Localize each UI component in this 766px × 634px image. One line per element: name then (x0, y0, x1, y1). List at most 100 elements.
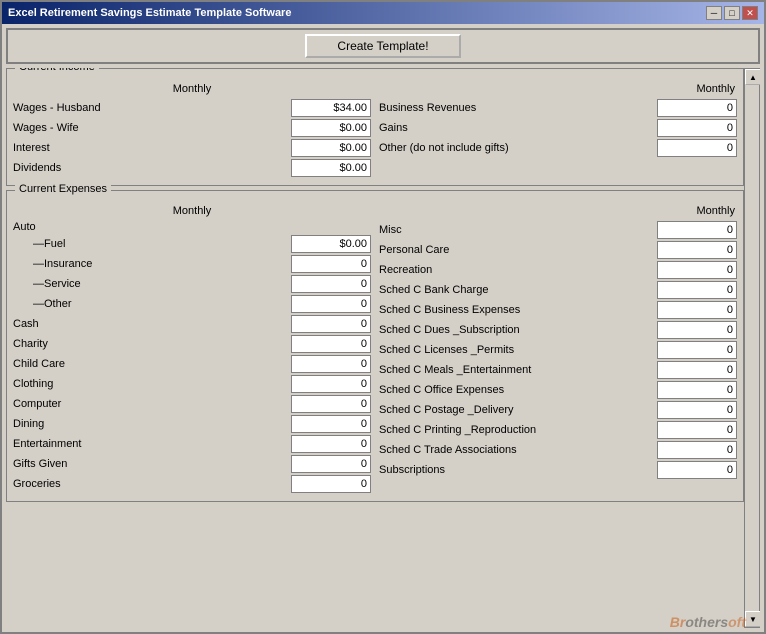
sched-c-postage-input[interactable] (657, 401, 737, 419)
sched-c-trade-label: Sched C Trade Associations (379, 444, 657, 456)
expenses-right-col: Monthly Misc Personal Care Recreation (379, 205, 737, 495)
computer-input[interactable] (291, 395, 371, 413)
income-row-business: Business Revenues (379, 99, 737, 117)
childcare-input[interactable] (291, 355, 371, 373)
income-row-wages-wife: Wages - Wife (13, 119, 371, 137)
close-button[interactable]: ✕ (742, 6, 758, 20)
sched-c-office-input[interactable] (657, 381, 737, 399)
expense-row-subscriptions: Subscriptions (379, 461, 737, 479)
clothing-input[interactable] (291, 375, 371, 393)
main-area: Current Income Monthly Wages - Husband W… (6, 68, 760, 628)
recreation-input[interactable] (657, 261, 737, 279)
expense-row-auto-header: Auto (13, 221, 371, 233)
groceries-label: Groceries (13, 478, 291, 490)
dividends-label: Dividends (13, 162, 291, 174)
sched-c-business-label: Sched C Business Expenses (379, 304, 657, 316)
groceries-input[interactable] (291, 475, 371, 493)
gifts-input[interactable] (291, 455, 371, 473)
watermark-suffix: oft (728, 614, 746, 630)
service-input[interactable] (291, 275, 371, 293)
misc-input[interactable] (657, 221, 737, 239)
entertainment-input[interactable] (291, 435, 371, 453)
gains-input[interactable] (657, 119, 737, 137)
sched-c-bank-input[interactable] (657, 281, 737, 299)
expense-row-insurance: —Insurance (13, 255, 371, 273)
minimize-button[interactable]: ─ (706, 6, 722, 20)
income-row-other: Other (do not include gifts) (379, 139, 737, 157)
charity-label: Charity (13, 338, 291, 350)
charity-input[interactable] (291, 335, 371, 353)
expense-row-sched-c-licenses: Sched C Licenses _Permits (379, 341, 737, 359)
income-monthly-header-right: Monthly (379, 83, 737, 95)
wages-wife-label: Wages - Wife (13, 122, 291, 134)
gifts-label: Gifts Given (13, 458, 291, 470)
other-auto-input[interactable] (291, 295, 371, 313)
window-controls: ─ □ ✕ (706, 6, 758, 20)
income-row-wages-husband: Wages - Husband (13, 99, 371, 117)
business-revenues-label: Business Revenues (379, 102, 657, 114)
insurance-label: —Insurance (13, 258, 291, 270)
content-area: Create Template! Current Income Monthly … (2, 24, 764, 632)
sched-c-trade-input[interactable] (657, 441, 737, 459)
expense-row-sched-c-dues: Sched C Dues _Subscription (379, 321, 737, 339)
expense-row-cash: Cash (13, 315, 371, 333)
clothing-label: Clothing (13, 378, 291, 390)
expense-row-gifts: Gifts Given (13, 455, 371, 473)
expense-row-sched-c-business: Sched C Business Expenses (379, 301, 737, 319)
expense-row-personal-care: Personal Care (379, 241, 737, 259)
fuel-input[interactable] (291, 235, 371, 253)
insurance-input[interactable] (291, 255, 371, 273)
sched-c-business-input[interactable] (657, 301, 737, 319)
income-row-gains: Gains (379, 119, 737, 137)
childcare-label: Child Care (13, 358, 291, 370)
maximize-button[interactable]: □ (724, 6, 740, 20)
interest-input[interactable] (291, 139, 371, 157)
wages-wife-input[interactable] (291, 119, 371, 137)
expense-row-sched-c-meals: Sched C Meals _Entertainment (379, 361, 737, 379)
other-income-label: Other (do not include gifts) (379, 142, 657, 154)
main-window: Excel Retirement Savings Estimate Templa… (0, 0, 766, 634)
create-template-button[interactable]: Create Template! (305, 34, 460, 58)
expense-row-other-auto: —Other (13, 295, 371, 313)
expense-row-recreation: Recreation (379, 261, 737, 279)
entertainment-label: Entertainment (13, 438, 291, 450)
scroll-up-button[interactable]: ▲ (745, 69, 760, 85)
auto-label: Auto (13, 221, 371, 233)
wages-husband-input[interactable] (291, 99, 371, 117)
sched-c-printing-input[interactable] (657, 421, 737, 439)
expenses-monthly-header-left: Monthly (13, 205, 371, 217)
fuel-label: —Fuel (13, 238, 291, 250)
sched-c-bank-label: Sched C Bank Charge (379, 284, 657, 296)
expense-row-computer: Computer (13, 395, 371, 413)
scroll-down-button[interactable]: ▼ (745, 611, 760, 627)
personal-care-input[interactable] (657, 241, 737, 259)
computer-label: Computer (13, 398, 291, 410)
interest-label: Interest (13, 142, 291, 154)
sched-c-meals-input[interactable] (657, 361, 737, 379)
expense-row-fuel: —Fuel (13, 235, 371, 253)
current-income-title: Current Income (15, 68, 99, 73)
watermark: Brothersoft (670, 614, 746, 630)
expense-row-sched-c-bank: Sched C Bank Charge (379, 281, 737, 299)
income-row-interest: Interest (13, 139, 371, 157)
cash-label: Cash (13, 318, 291, 330)
expense-row-entertainment: Entertainment (13, 435, 371, 453)
recreation-label: Recreation (379, 264, 657, 276)
business-revenues-input[interactable] (657, 99, 737, 117)
income-content: Monthly Wages - Husband Wages - Wife Int… (13, 83, 737, 179)
sched-c-licenses-input[interactable] (657, 341, 737, 359)
sched-c-licenses-label: Sched C Licenses _Permits (379, 344, 657, 356)
dividends-input[interactable] (291, 159, 371, 177)
dining-input[interactable] (291, 415, 371, 433)
cash-input[interactable] (291, 315, 371, 333)
current-income-section: Current Income Monthly Wages - Husband W… (6, 68, 744, 186)
vertical-scrollbar[interactable]: ▲ ▼ (744, 68, 760, 628)
sched-c-postage-label: Sched C Postage _Delivery (379, 404, 657, 416)
income-left-col: Monthly Wages - Husband Wages - Wife Int… (13, 83, 371, 179)
sched-c-dues-input[interactable] (657, 321, 737, 339)
subscriptions-input[interactable] (657, 461, 737, 479)
sched-c-office-label: Sched C Office Expenses (379, 384, 657, 396)
other-income-input[interactable] (657, 139, 737, 157)
subscriptions-label: Subscriptions (379, 464, 657, 476)
scroll-area[interactable]: Current Income Monthly Wages - Husband W… (6, 68, 744, 628)
